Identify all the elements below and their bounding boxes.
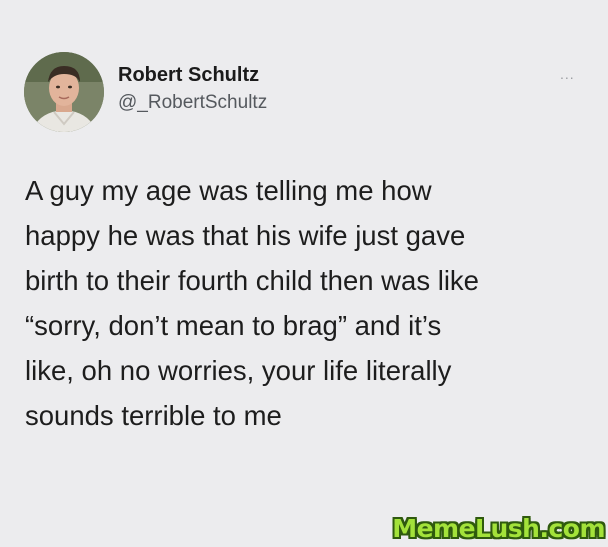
tweet-text-line: happy he was that his wife just gave (25, 220, 466, 251)
tweet-text-line: sounds terrible to me (25, 400, 282, 431)
author-handle[interactable]: @_RobertSchultz (118, 92, 267, 114)
tweet-card: Robert Schultz @_RobertSchultz ... A guy… (0, 0, 608, 547)
author-name[interactable]: Robert Schultz (118, 64, 259, 87)
tweet-text-line: birth to their fourth child then was lik… (25, 265, 479, 296)
tweet-text-line: A guy my age was telling me how (25, 175, 432, 206)
avatar[interactable] (24, 52, 104, 132)
more-options-icon[interactable]: ... (560, 66, 575, 82)
tweet-text-line: like, oh no worries, your life literally (25, 355, 452, 386)
tweet-text: A guy my age was telling me how happy he… (25, 168, 595, 438)
avatar-photo (24, 52, 104, 132)
tweet-text-line: “sorry, don’t mean to brag” and it’s (25, 310, 442, 341)
watermark-logo: MemeLush.com (392, 514, 605, 543)
